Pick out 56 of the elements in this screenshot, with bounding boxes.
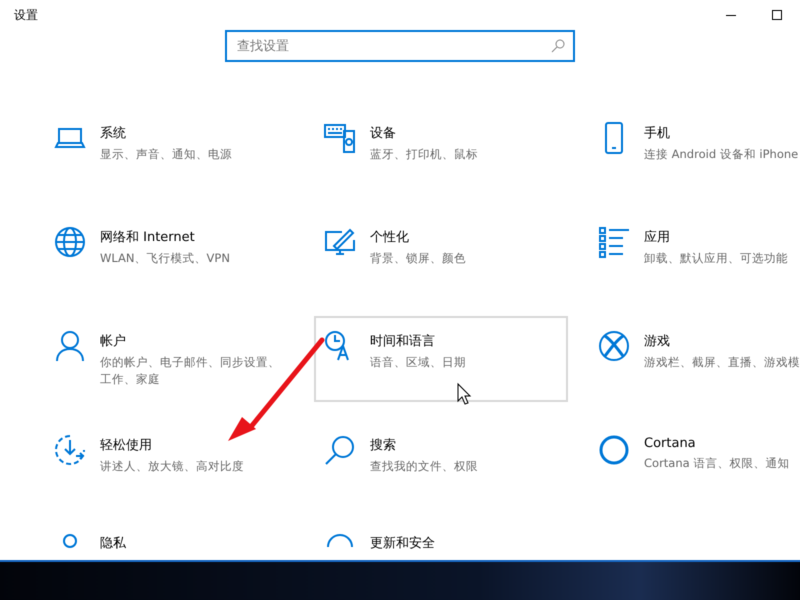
tile-title: 设备 bbox=[370, 125, 397, 142]
search-icon bbox=[324, 434, 356, 466]
paintbrush-monitor-icon bbox=[324, 226, 356, 258]
accessibility-icon bbox=[54, 434, 86, 466]
tile-description: 蓝牙、打印机、鼠标 bbox=[370, 146, 478, 163]
settings-tile[interactable]: 个性化 背景、锁屏、颜色 bbox=[314, 212, 568, 298]
settings-tile[interactable]: 帐户 你的帐户、电子邮件、同步设置、工作、家庭 bbox=[44, 316, 294, 402]
tile-title: 更新和安全 bbox=[370, 535, 435, 552]
tile-title: 时间和语言 bbox=[370, 333, 436, 350]
settings-tile[interactable]: 应用 卸载、默认应用、可选功能 bbox=[588, 212, 800, 298]
settings-tile[interactable]: 更新和安全 bbox=[314, 524, 568, 556]
settings-tile[interactable]: Cortana Cortana 语言、权限、通知 bbox=[588, 420, 800, 506]
person-icon bbox=[54, 330, 86, 362]
settings-tile[interactable]: 设备 蓝牙、打印机、鼠标 bbox=[314, 108, 568, 194]
tile-title: 系统 bbox=[100, 125, 127, 142]
settings-tile[interactable]: 系统 显示、声音、通知、电源 bbox=[44, 108, 294, 194]
tile-description: 讲述人、放大镜、高对比度 bbox=[100, 458, 244, 475]
tile-title: 游戏 bbox=[644, 333, 671, 350]
tile-description: 连接 Android 设备和 iPhone bbox=[644, 146, 798, 163]
tile-title: 搜索 bbox=[370, 437, 397, 454]
tile-title: 个性化 bbox=[370, 229, 410, 246]
settings-tile[interactable]: 搜索 查找我的文件、权限 bbox=[314, 420, 568, 506]
minimize-icon bbox=[726, 14, 736, 16]
arc-icon bbox=[327, 534, 353, 548]
list-icon bbox=[598, 226, 630, 258]
tile-description: 显示、声音、通知、电源 bbox=[100, 146, 232, 163]
tile-title: 网络和 Internet bbox=[100, 229, 196, 246]
globe-icon bbox=[54, 226, 86, 258]
keyboard-speaker-icon bbox=[324, 122, 356, 154]
ring-icon bbox=[598, 434, 630, 466]
tile-title: 轻松使用 bbox=[100, 437, 153, 454]
tile-description: Cortana 语言、权限、通知 bbox=[644, 455, 790, 472]
tile-description: WLAN、飞行模式、VPN bbox=[100, 250, 230, 267]
tile-description: 游戏栏、截屏、直播、游戏模 bbox=[644, 354, 800, 371]
maximize-icon bbox=[772, 10, 782, 20]
settings-tile[interactable]: 游戏 游戏栏、截屏、直播、游戏模 bbox=[588, 316, 800, 402]
settings-tile[interactable]: 轻松使用 讲述人、放大镜、高对比度 bbox=[44, 420, 294, 506]
settings-tile[interactable]: 网络和 Internet WLAN、飞行模式、VPN bbox=[44, 212, 294, 298]
tile-description: 语音、区域、日期 bbox=[370, 354, 466, 371]
tile-description: 查找我的文件、权限 bbox=[370, 458, 478, 475]
window-title: 设置 bbox=[14, 6, 38, 24]
mouse-cursor bbox=[458, 382, 472, 405]
tile-description: 你的帐户、电子邮件、同步设置、工作、家庭 bbox=[100, 354, 281, 388]
settings-tile[interactable]: 时间和语言 语音、区域、日期 bbox=[314, 316, 568, 402]
tile-title: 帐户 bbox=[100, 333, 127, 350]
settings-tile[interactable]: 隐私 bbox=[44, 524, 294, 556]
tile-description: 背景、锁屏、颜色 bbox=[370, 250, 466, 267]
tile-description: 卸载、默认应用、可选功能 bbox=[644, 250, 788, 267]
tile-title: 隐私 bbox=[100, 535, 126, 552]
tile-title: 应用 bbox=[644, 229, 671, 246]
search-icon bbox=[551, 39, 565, 53]
xbox-icon bbox=[598, 330, 630, 362]
tile-title: 手机 bbox=[644, 125, 671, 142]
settings-tile[interactable]: 手机 连接 Android 设备和 iPhone bbox=[588, 108, 800, 194]
search-field[interactable]: 查找设置 bbox=[225, 30, 575, 62]
tile-title: Cortana bbox=[644, 436, 697, 451]
